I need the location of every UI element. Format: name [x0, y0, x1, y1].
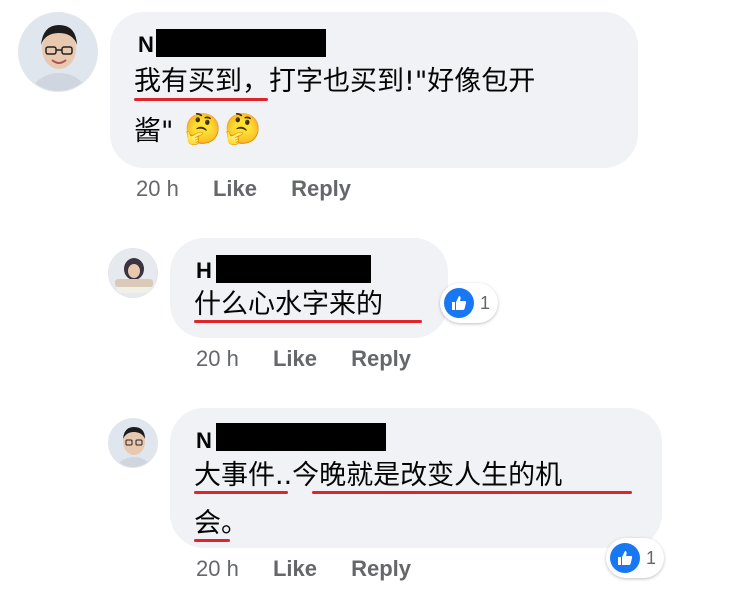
highlight-underline [312, 491, 632, 494]
timestamp[interactable]: 20 h [136, 176, 179, 201]
like-button[interactable]: Like [273, 556, 317, 581]
highlight-underline [194, 320, 422, 323]
comment-text: 酱" [134, 116, 174, 147]
timestamp[interactable]: 20 h [196, 346, 239, 371]
avatar[interactable] [108, 248, 158, 298]
redaction-bar [156, 29, 326, 57]
like-button[interactable]: Like [273, 346, 317, 371]
reply-button[interactable]: Reply [351, 346, 411, 371]
thumbs-up-icon [444, 288, 474, 318]
reaction-count: 1 [646, 547, 657, 568]
highlight-underline [134, 98, 268, 101]
comment-bubble: N 我有买到，打字也买到!"好像包开 酱" 🤔 🤔 [110, 12, 638, 168]
avatar[interactable] [108, 418, 158, 468]
profile-photo-icon [109, 419, 157, 467]
timestamp[interactable]: 20 h [196, 556, 239, 581]
reaction-badge[interactable]: 1 [606, 538, 665, 578]
comment-meta: 20 h Like Reply [136, 176, 351, 202]
profile-photo-icon [19, 13, 97, 91]
thinking-face-icon: 🤔 [184, 112, 222, 147]
like-button[interactable]: Like [213, 176, 257, 201]
author-name[interactable]: N [138, 32, 154, 58]
highlight-underline [194, 539, 230, 542]
reaction-badge[interactable]: 1 [440, 283, 499, 323]
comment-meta: 20 h Like Reply [196, 556, 411, 582]
reply-button[interactable]: Reply [291, 176, 351, 201]
comment-meta: 20 h Like Reply [196, 346, 411, 372]
redaction-bar [216, 423, 386, 451]
comment-bubble: N 大事件..今晚就是改变人生的机 会。 [170, 408, 662, 548]
profile-photo-icon [109, 249, 157, 297]
redaction-bar [216, 255, 371, 283]
reply-button[interactable]: Reply [351, 556, 411, 581]
reaction-count: 1 [480, 292, 491, 313]
comment-bubble: H 什么心水字来的 [170, 238, 448, 338]
highlight-underline [194, 491, 288, 494]
thinking-face-icon: 🤔 [224, 112, 262, 147]
avatar[interactable] [18, 12, 98, 92]
thumbs-up-icon [610, 543, 640, 573]
